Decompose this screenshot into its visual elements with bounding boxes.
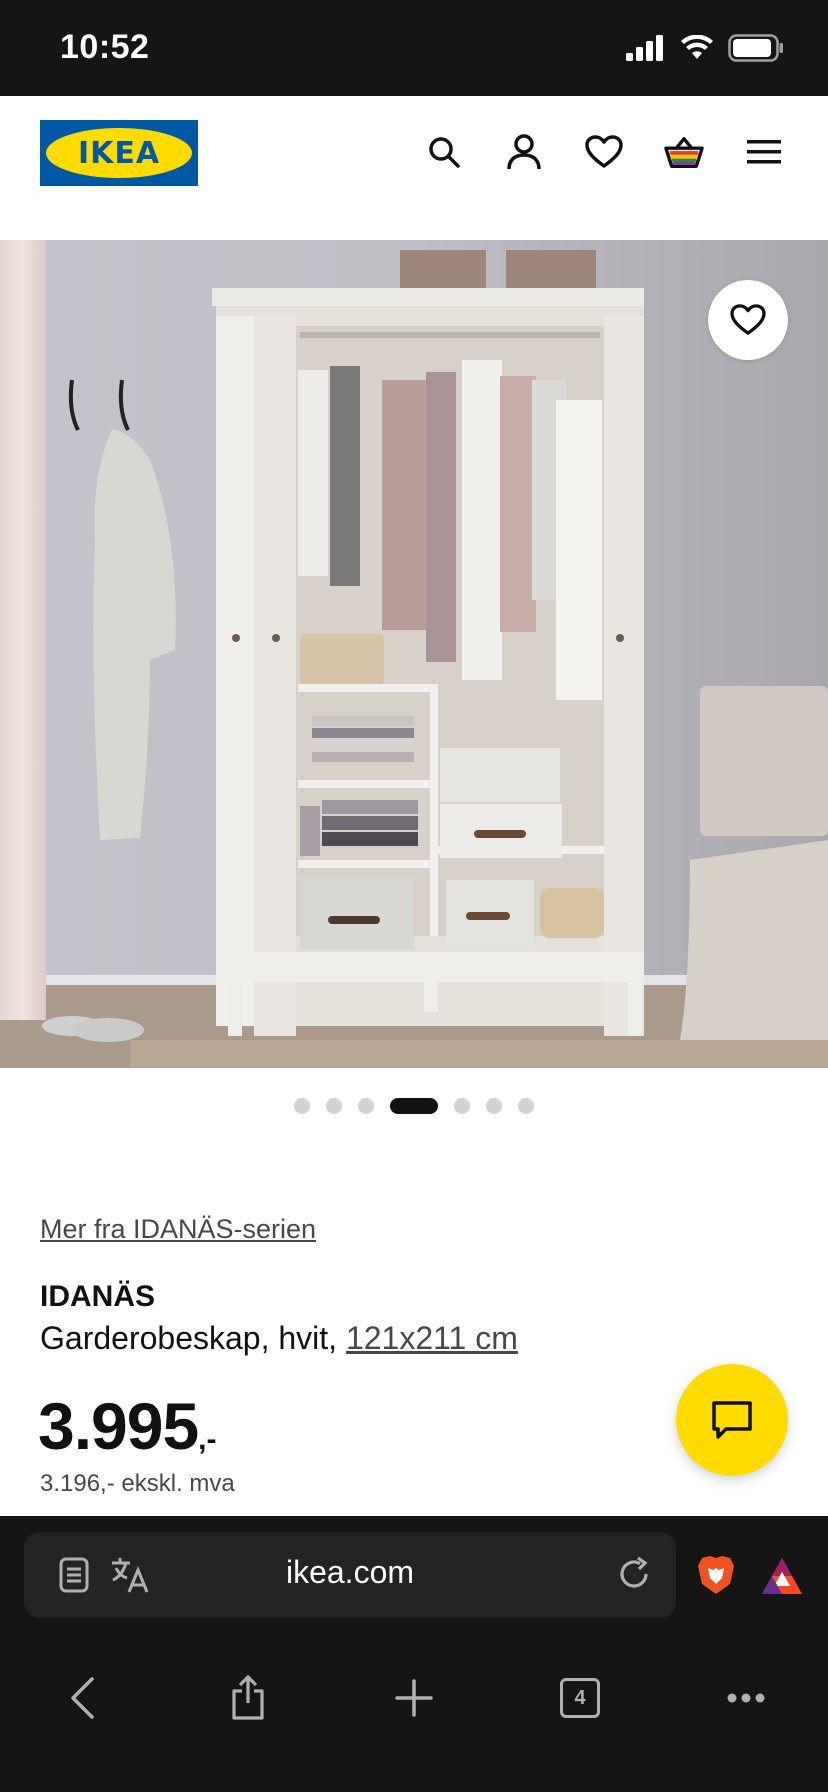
address-bar[interactable]: ikea.com — [24, 1532, 676, 1618]
heart-icon — [730, 304, 766, 335]
share-icon — [232, 1675, 264, 1720]
carousel-dot[interactable] — [454, 1098, 470, 1114]
tab-count: 4 — [560, 1678, 600, 1718]
browser-chrome: ikea.com 4 — [0, 1516, 828, 1792]
ikea-logo[interactable]: IKEA — [40, 120, 198, 186]
status-icons — [626, 34, 784, 62]
price-excluding-vat: 3.196,- ekskl. mva — [40, 1470, 235, 1497]
brave-shields-icon[interactable] — [696, 1554, 736, 1596]
carousel-dot[interactable] — [294, 1098, 310, 1114]
more-icon — [727, 1693, 765, 1703]
price-main: 3.995 — [38, 1389, 199, 1463]
favourites-button[interactable] — [584, 132, 624, 172]
menu-icon — [747, 140, 781, 164]
chat-button[interactable] — [676, 1364, 788, 1476]
brave-rewards-icon[interactable] — [760, 1556, 804, 1596]
tabs-button[interactable]: 4 — [550, 1668, 610, 1728]
product-type: Garderobeskap, hvit, — [40, 1320, 346, 1356]
basket-button[interactable] — [664, 132, 704, 172]
logo-oval: IKEA — [46, 128, 192, 178]
browser-toolbar: 4 — [0, 1652, 828, 1742]
price-suffix: ,- — [198, 1423, 217, 1456]
product-image[interactable] — [0, 240, 828, 1068]
status-bar: 10:52 — [0, 0, 828, 96]
basket-icon — [664, 137, 704, 168]
price: 3.995,- — [38, 1388, 217, 1464]
wardrobe-photo — [0, 240, 828, 1068]
product-description: Garderobeskap, hvit, 121x211 cm — [40, 1320, 518, 1357]
back-button[interactable] — [52, 1668, 112, 1728]
add-to-favourites-button[interactable] — [708, 280, 788, 360]
carousel-dot[interactable] — [486, 1098, 502, 1114]
carousel-indicator — [0, 1098, 828, 1114]
chat-icon — [712, 1401, 752, 1439]
carousel-dot[interactable] — [390, 1098, 438, 1114]
series-link[interactable]: Mer fra IDANÄS-serien — [40, 1214, 316, 1245]
dimensions-link[interactable]: 121x211 cm — [346, 1320, 518, 1356]
share-button[interactable] — [218, 1668, 278, 1728]
menu-button[interactable] — [744, 132, 784, 172]
more-menu-button[interactable] — [716, 1668, 776, 1728]
search-icon — [429, 137, 460, 168]
carousel-dot[interactable] — [518, 1098, 534, 1114]
heart-icon — [585, 135, 623, 168]
cellular-signal-icon — [626, 35, 663, 61]
account-icon — [507, 134, 541, 170]
wifi-icon — [681, 35, 713, 59]
url-text[interactable]: ikea.com — [24, 1554, 676, 1591]
battery-icon — [728, 34, 783, 62]
search-button[interactable] — [424, 132, 464, 172]
product-name: IDANÄS — [40, 1280, 156, 1313]
account-button[interactable] — [504, 132, 544, 172]
carousel-dot[interactable] — [358, 1098, 374, 1114]
header-icons — [424, 132, 784, 172]
chevron-left-icon — [71, 1677, 94, 1719]
logo-text: IKEA — [77, 135, 161, 171]
plus-icon — [395, 1679, 433, 1717]
status-time: 10:52 — [60, 28, 150, 66]
carousel-dot[interactable] — [326, 1098, 342, 1114]
reload-icon[interactable] — [614, 1554, 654, 1594]
site-header: IKEA — [0, 96, 828, 240]
new-tab-button[interactable] — [384, 1668, 444, 1728]
